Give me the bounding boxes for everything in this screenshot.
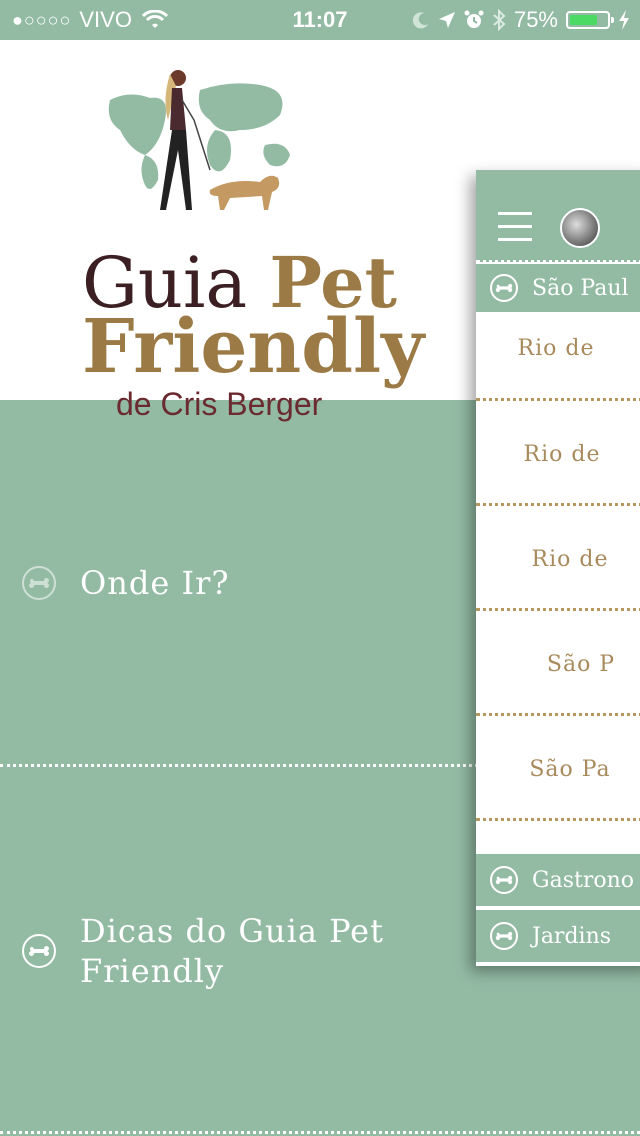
bone-icon (490, 922, 518, 950)
menu-item-label: Dicas do Guia Pet Friendly (80, 912, 384, 990)
logo-illustration (108, 70, 290, 210)
divider (476, 962, 640, 965)
city-item[interactable]: Rio de (476, 442, 640, 467)
moon-icon (412, 12, 428, 29)
category-label: Jardins (532, 923, 612, 949)
city-item[interactable]: Rio de (476, 336, 640, 361)
panel-header-label: São Paul (532, 275, 629, 301)
bluetooth-icon (493, 9, 506, 31)
bone-icon (22, 934, 56, 968)
status-bar: ●○○○○ VIVO 11:07 75% (0, 0, 640, 40)
alarm-icon (464, 10, 484, 28)
panel-toolbar (476, 170, 640, 262)
menu-item-label: Onde Ir? (80, 564, 230, 602)
divider (476, 260, 640, 263)
divider (476, 608, 640, 611)
bone-icon (22, 566, 56, 600)
divider (476, 906, 640, 909)
category-label: Gastrono (532, 867, 634, 893)
divider (476, 312, 640, 315)
divider (476, 818, 640, 821)
charging-icon (619, 10, 629, 30)
panel-header-sao-paulo[interactable]: São Paul (476, 264, 640, 312)
bone-icon (490, 274, 518, 302)
battery-icon (566, 11, 614, 29)
logo-word-friendly: Friendly (82, 304, 425, 390)
hamburger-menu-icon[interactable] (498, 212, 532, 242)
city-item[interactable]: Rio de (476, 547, 640, 572)
location-icon (438, 12, 455, 28)
side-panel[interactable]: São Paul Rio de Rio de Rio de São P São … (476, 170, 640, 966)
divider (476, 713, 640, 716)
divider (476, 503, 640, 506)
battery-level (570, 15, 597, 25)
city-item[interactable]: São Pa (476, 757, 640, 782)
divider (0, 1131, 640, 1134)
city-item[interactable]: São P (476, 652, 640, 677)
category-jardins[interactable]: Jardins (476, 910, 640, 962)
avatar[interactable] (560, 208, 600, 248)
battery-percent: 75% (513, 7, 558, 32)
divider (476, 398, 640, 401)
bone-icon (490, 866, 518, 894)
category-gastronomia[interactable]: Gastrono (476, 854, 640, 906)
